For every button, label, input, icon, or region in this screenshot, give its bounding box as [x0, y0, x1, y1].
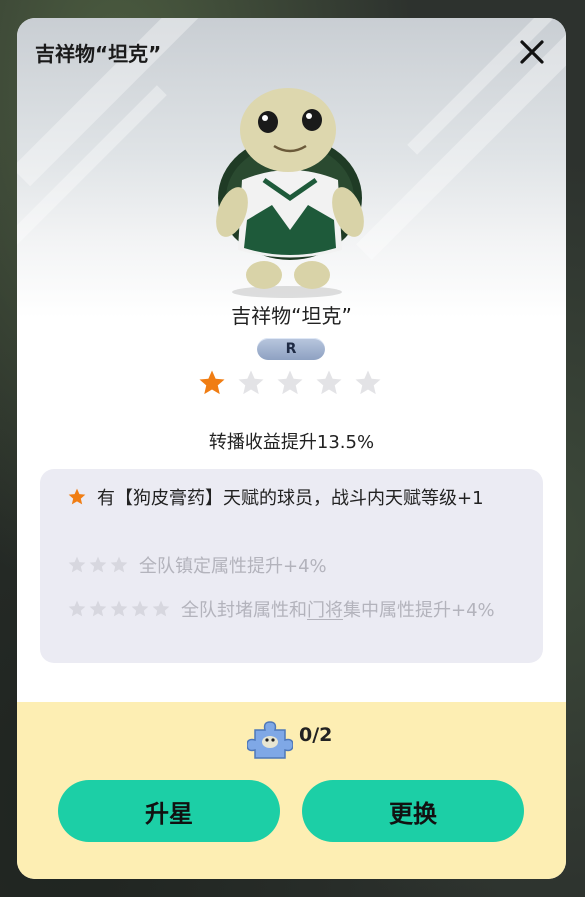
action-footer: 0/2 升星 更换 [17, 702, 566, 879]
star-empty-icon [316, 370, 342, 395]
puzzle-piece-icon [247, 721, 293, 759]
rarity-badge: R [257, 338, 325, 360]
star-empty-icon [238, 370, 264, 395]
dialog-title: 吉祥物“坦克” [35, 42, 162, 66]
replace-button[interactable]: 更换 [302, 780, 524, 842]
perk-stars [67, 599, 171, 619]
perk-text: 有【狗皮膏药】天赋的球员，战斗内天赋等级+1 [97, 488, 484, 509]
perk-stars [67, 487, 87, 507]
goalkeeper-link[interactable]: 门将 [307, 600, 343, 621]
perk-stars [67, 555, 129, 575]
fragment-count: 0/2 [299, 724, 333, 746]
star-empty-icon [89, 556, 107, 573]
star-empty-icon [355, 370, 381, 395]
star-filled-icon [199, 370, 225, 395]
star-empty-icon [68, 556, 86, 573]
star-empty-icon [152, 600, 170, 617]
star-rating [197, 368, 383, 398]
star-filled-icon [68, 488, 86, 505]
upgrade-star-button[interactable]: 升星 [58, 780, 280, 842]
mascot-tank-figure [216, 88, 364, 298]
bonus-text: 转播收益提升13.5% [208, 432, 375, 453]
star-empty-icon [110, 600, 128, 617]
perk-panel: 有【狗皮膏药】天赋的球员，战斗内天赋等级+1 全队镇定属性提升+4% 全队封堵属… [40, 469, 543, 663]
star-empty-icon [110, 556, 128, 573]
star-empty-icon [131, 600, 149, 617]
star-empty-icon [68, 600, 86, 617]
perk-row-3: 全队镇定属性提升+4% [67, 553, 327, 581]
perk-text: 集中属性提升+4% [343, 600, 495, 621]
perk-text: 全队镇定属性提升+4% [139, 556, 327, 577]
perk-text: 全队封堵属性和 [181, 600, 307, 621]
perk-row-5: 全队封堵属性和门将集中属性提升+4% [67, 597, 517, 625]
mascot-name: 吉祥物“坦克” [231, 304, 352, 328]
perk-row-1: 有【狗皮膏药】天赋的球员，战斗内天赋等级+1 [67, 485, 517, 513]
star-empty-icon [277, 370, 303, 395]
mascot-dialog: 吉祥物“坦克” 吉祥物“坦克” R 转播收益提升13.5% 有【狗皮膏药】天赋的… [17, 18, 566, 879]
star-empty-icon [89, 600, 107, 617]
close-icon[interactable] [514, 34, 550, 70]
